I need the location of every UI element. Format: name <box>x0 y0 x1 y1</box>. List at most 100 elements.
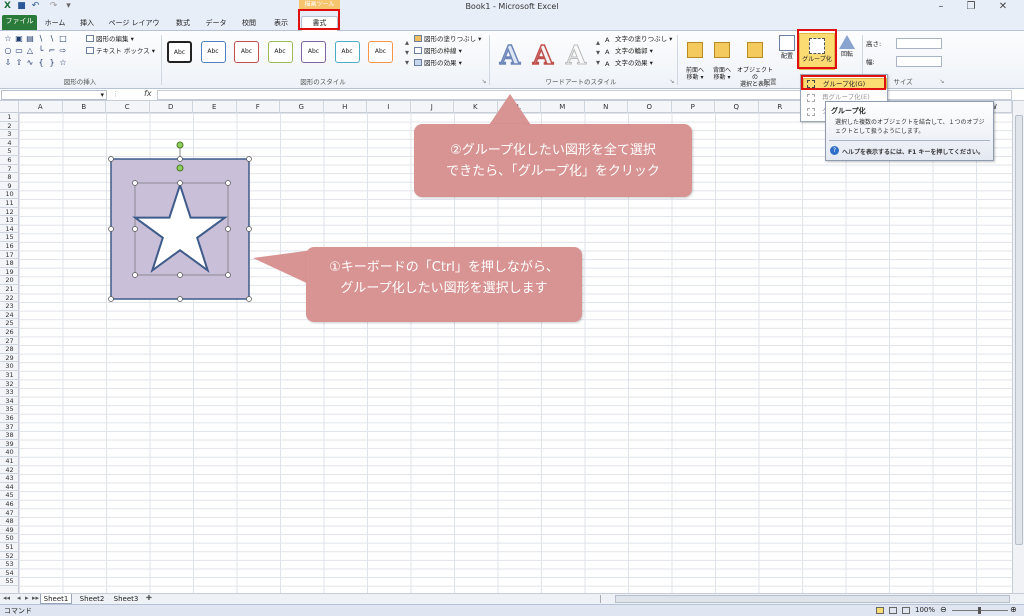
row-header[interactable]: 46 <box>0 500 19 509</box>
brace-shape-icon[interactable]: { <box>37 59 45 67</box>
row-header[interactable]: 20 <box>0 276 19 285</box>
row-header[interactable]: 27 <box>0 337 19 346</box>
tab-data[interactable]: データ <box>204 17 228 31</box>
edit-shape-button[interactable]: 図形の編集 ▾ <box>86 34 134 44</box>
tab-formulas[interactable]: 数式 <box>172 17 194 31</box>
text-fill-button[interactable]: A 文字の塗りつぶし ▾ <box>605 34 672 44</box>
wordart-scroll-up-icon[interactable]: ▴ <box>594 39 602 47</box>
connector-shape-icon[interactable]: ⌐ <box>48 47 56 55</box>
row-header[interactable]: 11 <box>0 199 19 208</box>
wordart-style-3[interactable]: A <box>562 41 590 72</box>
dialog-launcher-icon[interactable]: ↘ <box>668 78 676 86</box>
horizontal-scrollbar[interactable] <box>615 595 1010 603</box>
arrow-up-shape-icon[interactable]: ⇧ <box>15 59 23 67</box>
row-header[interactable]: 47 <box>0 509 19 518</box>
row-header[interactable]: 55 <box>0 577 19 586</box>
text-effects-button[interactable]: A 文字の効果 ▾ <box>605 58 653 68</box>
column-header[interactable]: F <box>237 101 280 113</box>
shape-effects-button[interactable]: 図形の効果 ▾ <box>414 58 462 68</box>
text-outline-button[interactable]: A 文字の輪郭 ▾ <box>605 46 653 56</box>
row-header[interactable]: 14 <box>0 225 19 234</box>
align-button[interactable]: 配置 <box>776 35 798 75</box>
column-header[interactable]: M <box>541 101 585 113</box>
row-header[interactable]: 51 <box>0 543 19 552</box>
shape-style-5[interactable]: Abc <box>301 41 326 63</box>
zoom-slider-thumb[interactable] <box>978 607 981 614</box>
curve-shape-icon[interactable]: ∿ <box>26 59 34 67</box>
tab-split-handle[interactable] <box>600 595 610 603</box>
page-layout-view-icon[interactable] <box>889 607 897 614</box>
tab-insert[interactable]: 挿入 <box>76 17 98 31</box>
wordart-more-icon[interactable]: ▾ <box>594 59 602 67</box>
column-header[interactable]: P <box>672 101 715 113</box>
more-shapes-icon[interactable]: ☆ <box>59 59 67 67</box>
sheet-tab-2[interactable]: Sheet2 <box>76 594 108 604</box>
column-header[interactable]: E <box>193 101 237 113</box>
tab-home[interactable]: ホーム <box>42 17 68 31</box>
row-header[interactable]: 45 <box>0 491 19 500</box>
row-header[interactable]: 18 <box>0 259 19 268</box>
dialog-launcher-icon[interactable]: ↘ <box>480 78 488 86</box>
column-header[interactable]: C <box>106 101 150 113</box>
width-input[interactable] <box>896 56 942 67</box>
vertical-scrollbar[interactable] <box>1012 101 1024 593</box>
rounded-rect-shape-icon[interactable]: ▭ <box>15 47 23 55</box>
row-header[interactable]: 25 <box>0 319 19 328</box>
name-box-dropdown-icon[interactable]: ▾ <box>100 91 104 99</box>
row-header[interactable]: 13 <box>0 216 19 225</box>
textbox-shape-icon[interactable]: ▤ <box>26 35 34 43</box>
arrow-right-shape-icon[interactable]: ⇨ <box>59 47 67 55</box>
row-header[interactable]: 8 <box>0 173 19 182</box>
row-header[interactable]: 43 <box>0 474 19 483</box>
text-box-button[interactable]: テキスト ボックス ▾ <box>86 46 155 56</box>
row-header[interactable]: 10 <box>0 190 19 199</box>
close-icon[interactable]: ✕ <box>992 0 1014 14</box>
sheet-nav-first-icon[interactable]: ◂◂ <box>3 594 10 602</box>
brace2-shape-icon[interactable]: } <box>48 59 56 67</box>
send-backward-button[interactable]: 背面へ 移動 ▾ <box>709 35 735 81</box>
rotate-button[interactable]: 回転 <box>836 35 858 75</box>
column-header[interactable]: I <box>367 101 411 113</box>
column-header[interactable]: R <box>759 101 802 113</box>
minimize-icon[interactable]: – <box>930 0 952 14</box>
shape-style-3[interactable]: Abc <box>234 41 259 63</box>
shape-style-4[interactable]: Abc <box>267 41 293 63</box>
elbow-shape-icon[interactable]: └ <box>37 47 45 55</box>
zoom-in-icon[interactable]: ⊕ <box>1010 605 1017 614</box>
tab-view[interactable]: 表示 <box>270 17 292 31</box>
restore-icon[interactable]: ❐ <box>960 0 982 14</box>
selection-pane-button[interactable]: オブジェクトの 選択と表示 <box>736 35 774 88</box>
column-header[interactable]: N <box>585 101 628 113</box>
row-header[interactable]: 54 <box>0 569 19 578</box>
row-header[interactable]: 40 <box>0 448 19 457</box>
row-header[interactable]: 22 <box>0 294 19 303</box>
wordart-scroll-down-icon[interactable]: ▾ <box>594 49 602 57</box>
row-header[interactable]: 28 <box>0 345 19 354</box>
sheet-tab-3[interactable]: Sheet3 <box>110 594 142 604</box>
rotation-handle[interactable] <box>176 141 184 149</box>
shape-fill-button[interactable]: 図形の塗りつぶし ▾ <box>414 34 481 44</box>
height-input[interactable] <box>896 38 942 49</box>
gallery-scroll-down-icon[interactable]: ▾ <box>403 49 411 57</box>
row-header[interactable]: 7 <box>0 165 19 174</box>
shape-style-2[interactable]: Abc <box>200 41 226 63</box>
zoom-level[interactable]: 100% <box>915 606 935 614</box>
row-header[interactable]: 2 <box>0 122 19 131</box>
wordart-style-1[interactable]: A <box>496 40 524 72</box>
row-header[interactable]: 3 <box>0 130 19 139</box>
row-header[interactable]: 48 <box>0 517 19 526</box>
row-header[interactable]: 29 <box>0 354 19 363</box>
sheet-nav-last-icon[interactable]: ▸▸ <box>32 594 39 602</box>
normal-view-icon[interactable] <box>876 607 884 614</box>
row-header[interactable]: 5 <box>0 147 19 156</box>
wordart-style-2[interactable]: A <box>529 40 557 72</box>
shape-style-1[interactable]: Abc <box>167 41 192 63</box>
shape-style-6[interactable]: Abc <box>334 41 360 63</box>
row-header[interactable]: 39 <box>0 440 19 449</box>
arrow-down-shape-icon[interactable]: ⇩ <box>4 59 12 67</box>
row-header[interactable]: 23 <box>0 302 19 311</box>
row-header[interactable]: 6 <box>0 156 19 165</box>
row-header[interactable]: 34 <box>0 397 19 406</box>
column-header[interactable]: B <box>63 101 106 113</box>
row-header[interactable]: 52 <box>0 552 19 561</box>
